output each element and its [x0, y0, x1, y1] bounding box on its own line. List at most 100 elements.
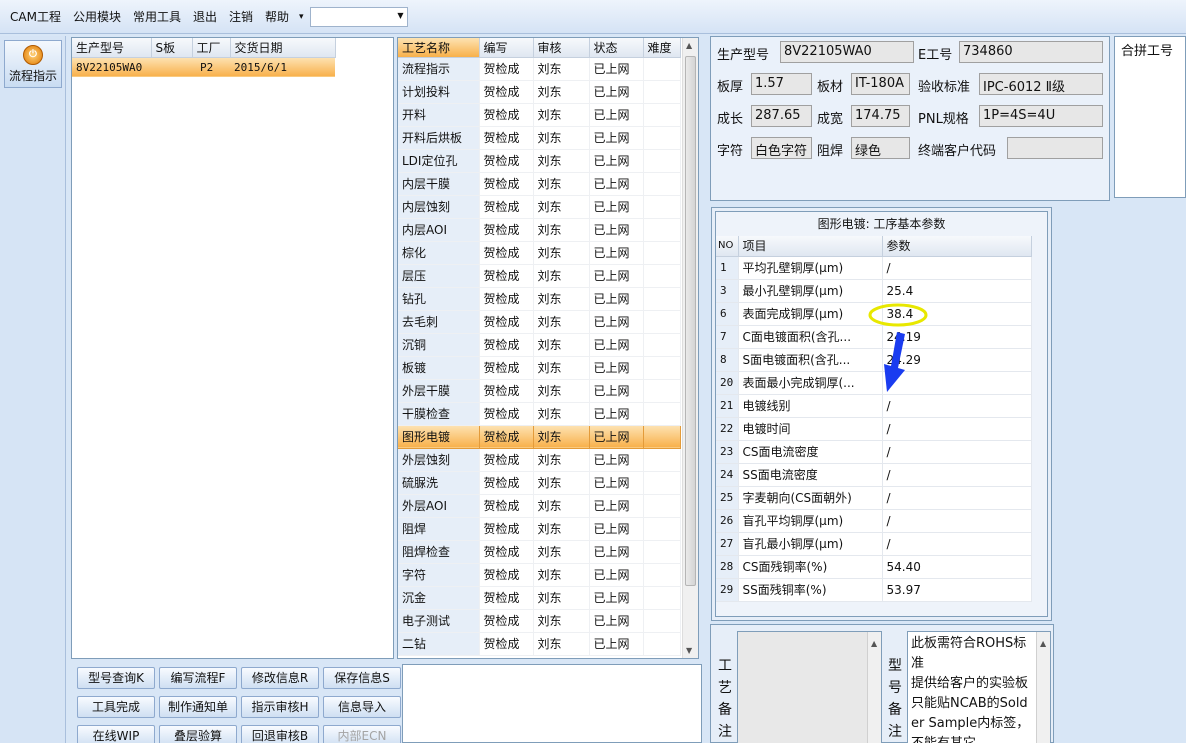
process-status: 已上网 — [589, 425, 644, 449]
param-row[interactable]: 7 C面电镀面积(含孔... 24.19 — [716, 325, 1032, 349]
process-row[interactable]: 外层AOI 贺检成 刘东 已上网 — [398, 494, 681, 518]
material-field[interactable]: IT-180A — [851, 73, 910, 95]
col-factory[interactable]: 工厂 — [192, 38, 231, 58]
menu-logout[interactable]: 注销 — [223, 8, 259, 25]
process-name: 电子测试 — [398, 609, 480, 633]
save-info-button[interactable]: 保存信息S — [323, 667, 401, 689]
process-row[interactable]: 计划投料 贺检成 刘东 已上网 — [398, 80, 681, 104]
process-row[interactable]: 图形电镀 贺检成 刘东 已上网 — [398, 425, 681, 449]
process-row[interactable]: 沉金 贺检成 刘东 已上网 — [398, 586, 681, 610]
internal-ecn-button[interactable]: 内部ECN — [323, 725, 401, 743]
col-process-name[interactable]: 工艺名称 — [398, 38, 480, 58]
param-row[interactable]: 21 电镀线别 / — [716, 394, 1032, 418]
process-scrollbar[interactable]: ▲ ▼ — [682, 38, 698, 658]
param-row[interactable]: 24 SS面电流密度 / — [716, 463, 1032, 487]
param-row[interactable]: 23 CS面电流密度 / — [716, 440, 1032, 464]
process-row[interactable]: 硫脲洗 贺检成 刘东 已上网 — [398, 471, 681, 495]
process-row[interactable]: 内层AOI 贺检成 刘东 已上网 — [398, 218, 681, 242]
width-field[interactable]: 174.75 — [851, 105, 910, 127]
scroll-down-icon[interactable]: ▼ — [686, 646, 692, 655]
process-row[interactable]: 板镀 贺检成 刘东 已上网 — [398, 356, 681, 380]
param-row[interactable]: 1 平均孔壁铜厚(μm) / — [716, 256, 1032, 280]
param-row[interactable]: 29 SS面残铜率(%) 53.97 — [716, 578, 1032, 602]
pnl-field[interactable]: 1P=4S=4U — [979, 105, 1103, 127]
param-row[interactable]: 22 电镀时间 / — [716, 417, 1032, 441]
process-name: 计划投料 — [398, 80, 480, 104]
param-row[interactable]: 8 S面电镀面积(含孔... 24.29 — [716, 348, 1032, 372]
param-row[interactable]: 26 盲孔平均铜厚(μm) / — [716, 509, 1032, 533]
process-row[interactable]: 干膜检查 贺检成 刘东 已上网 — [398, 402, 681, 426]
process-row[interactable]: 沉铜 贺检成 刘东 已上网 — [398, 333, 681, 357]
edit-flow-button[interactable]: 编写流程F — [159, 667, 237, 689]
process-row[interactable]: 外层干膜 贺检成 刘东 已上网 — [398, 379, 681, 403]
thickness-field[interactable]: 1.57 — [751, 73, 812, 95]
param-row[interactable]: 6 表面完成铜厚(μm) 38.4 — [716, 302, 1032, 326]
make-notice-button[interactable]: 制作通知单 — [159, 696, 237, 718]
process-row[interactable]: 开料 贺检成 刘东 已上网 — [398, 103, 681, 127]
merge-job-panel[interactable]: 合拼工号 — [1114, 36, 1186, 198]
process-row[interactable]: 内层蚀刻 贺检成 刘东 已上网 — [398, 195, 681, 219]
online-wip-button[interactable]: 在线WIP — [77, 725, 155, 743]
menu-common-module[interactable]: 公用模块 — [67, 8, 127, 25]
process-row[interactable]: LDI定位孔 贺检成 刘东 已上网 — [398, 149, 681, 173]
process-row[interactable]: 开料后烘板 贺检成 刘东 已上网 — [398, 126, 681, 150]
scroll-thumb[interactable] — [685, 56, 696, 586]
col-item[interactable]: 项目 — [738, 236, 883, 257]
length-field[interactable]: 287.65 — [751, 105, 812, 127]
process-row[interactable]: 棕化 贺检成 刘东 已上网 — [398, 241, 681, 265]
process-row[interactable]: 阻焊 贺检成 刘东 已上网 — [398, 517, 681, 541]
process-row[interactable]: 去毛刺 贺检成 刘东 已上网 — [398, 310, 681, 334]
process-row[interactable]: 内层干膜 贺检成 刘东 已上网 — [398, 172, 681, 196]
col-model[interactable]: 生产型号 — [72, 38, 152, 58]
param-row[interactable]: 27 盲孔最小铜厚(μm) / — [716, 532, 1032, 556]
process-row[interactable]: 电子测试 贺检成 刘东 已上网 — [398, 609, 681, 633]
process-row[interactable]: 外层蚀刻 贺检成 刘东 已上网 — [398, 448, 681, 472]
process-row[interactable]: 层压 贺检成 刘东 已上网 — [398, 264, 681, 288]
model-query-button[interactable]: 型号查询K — [77, 667, 155, 689]
instr-review-button[interactable]: 指示审核H — [241, 696, 319, 718]
process-row[interactable]: 阻焊检查 贺检成 刘东 已上网 — [398, 540, 681, 564]
info-import-button[interactable]: 信息导入 — [323, 696, 401, 718]
menu-tools[interactable]: 常用工具 — [127, 8, 187, 25]
tool-done-button[interactable]: 工具完成 — [77, 696, 155, 718]
scroll-up-icon[interactable]: ▲ — [686, 41, 692, 50]
process-row[interactable]: 流程指示 贺检成 刘东 已上网 — [398, 57, 681, 81]
menu-help[interactable]: 帮助 — [259, 8, 295, 25]
process-row[interactable]: 钻孔 贺检成 刘东 已上网 — [398, 287, 681, 311]
param-row[interactable]: 20 表面最小完成铜厚(... / — [716, 371, 1032, 395]
product-row[interactable]: 8V22105WA0 P2 2015/6/1 — [72, 57, 335, 77]
mask-field[interactable]: 绿色 — [851, 137, 910, 159]
flow-indicator-button[interactable]: ⏻ 流程指示 — [4, 40, 62, 88]
eno-field[interactable]: 734860 — [959, 41, 1103, 63]
return-review-button[interactable]: 回退审核B — [241, 725, 319, 743]
toolbar-combo[interactable]: ▼ — [309, 6, 408, 27]
scroll-up-icon[interactable]: ▲ — [1040, 634, 1046, 654]
char-field[interactable]: 白色字符 — [751, 137, 812, 159]
help-dropdown-icon[interactable]: ▾ — [295, 12, 308, 22]
menu-cam[interactable]: CAM工程 — [4, 8, 67, 25]
col-no[interactable]: NO — [716, 236, 739, 257]
col-difficulty[interactable]: 难度 — [643, 38, 681, 58]
process-row[interactable]: 二钻 贺检成 刘东 已上网 — [398, 632, 681, 656]
scroll-up-icon[interactable]: ▲ — [871, 634, 877, 654]
menu-exit[interactable]: 退出 — [187, 8, 223, 25]
col-reviewer[interactable]: 审核 — [533, 38, 590, 58]
customer-field[interactable] — [1007, 137, 1103, 159]
process-difficulty — [643, 333, 681, 357]
param-row[interactable]: 25 字麦朝向(CS面朝外) / — [716, 486, 1032, 510]
stack-calc-button[interactable]: 叠层验算 — [159, 725, 237, 743]
process-difficulty — [643, 126, 681, 150]
param-row[interactable]: 28 CS面残铜率(%) 54.40 — [716, 555, 1032, 579]
col-delivery[interactable]: 交货日期 — [230, 38, 336, 58]
model-field[interactable]: 8V22105WA0 — [780, 41, 914, 63]
col-status[interactable]: 状态 — [589, 38, 644, 58]
param-row[interactable]: 3 最小孔壁铜厚(μm) 25.4 — [716, 279, 1032, 303]
modify-info-button[interactable]: 修改信息R — [241, 667, 319, 689]
col-writer[interactable]: 编写 — [479, 38, 534, 58]
process-memo[interactable]: ▲ — [737, 631, 882, 743]
col-s-board[interactable]: S板 — [151, 38, 193, 58]
standard-field[interactable]: IPC-6012 Ⅱ级 — [979, 73, 1103, 95]
process-row[interactable]: 字符 贺检成 刘东 已上网 — [398, 563, 681, 587]
model-memo[interactable]: 此板需符合ROHS标准 提供给客户的实验板只能贴NCAB的Solder Samp… — [907, 631, 1051, 743]
col-param[interactable]: 参数 — [882, 236, 1032, 257]
